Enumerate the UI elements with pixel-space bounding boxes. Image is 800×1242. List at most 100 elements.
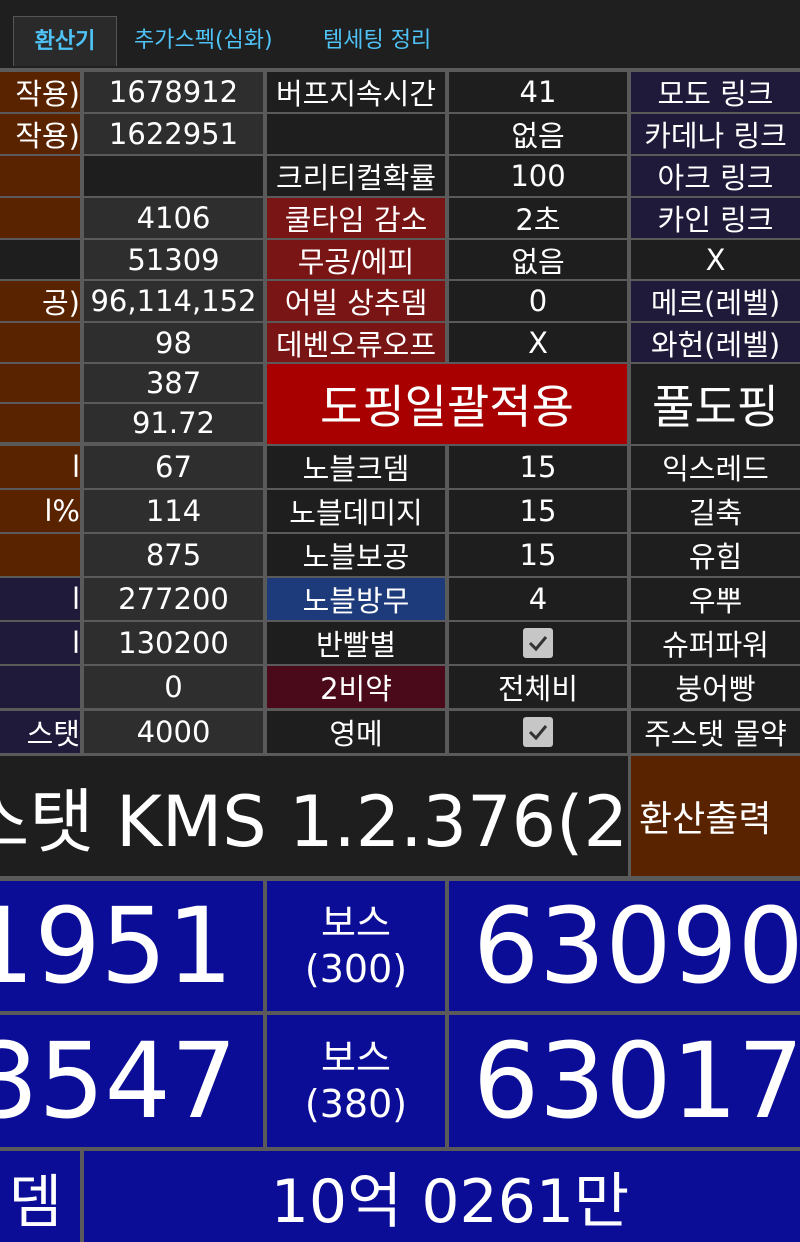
row-12-option-label: 노블방무	[267, 578, 445, 620]
row-5-label: 공)	[0, 281, 80, 321]
row-9-option-label: 노블크뎀	[267, 446, 445, 488]
result-right-2: 63017	[449, 1015, 800, 1147]
row-15-label: 스탯	[0, 711, 80, 753]
boss-value-2: (380)	[304, 1082, 408, 1126]
row-1-value[interactable]: 1622951	[84, 114, 263, 154]
boss-300-label: 보스 (300)	[267, 881, 445, 1011]
row-15-option-label: 영메	[267, 711, 445, 753]
row-3-link[interactable]: 카인 링크	[631, 198, 800, 238]
row-7-value[interactable]: 387	[84, 364, 263, 402]
row-11-option-value[interactable]: 15	[449, 534, 627, 576]
row-11-value[interactable]: 875	[84, 534, 263, 576]
row-11-label	[0, 534, 80, 576]
row-14-link[interactable]: 붕어빵	[631, 666, 800, 708]
row-12-option-value[interactable]: 4	[449, 578, 627, 620]
row-15-value[interactable]: 4000	[84, 711, 263, 753]
row-10-link[interactable]: 길축	[631, 490, 800, 532]
row-12-link[interactable]: 우뿌	[631, 578, 800, 620]
row-12-label: l	[0, 578, 80, 620]
row-14-label	[0, 666, 80, 708]
result-right-1-value: 63090	[473, 885, 800, 1007]
convert-output-label: 환산출력	[639, 799, 772, 840]
row-0-option-label: 버프지속시간	[267, 72, 445, 112]
row-13-label: l	[0, 622, 80, 664]
result-left-1-value: 1951	[0, 885, 233, 1007]
row-8-value[interactable]: 91.72	[84, 404, 263, 442]
row-6-value[interactable]: 98	[84, 323, 263, 362]
row-9-label: l	[0, 446, 80, 488]
row-14-option-label: 2비약	[267, 666, 445, 708]
row-5-option-label: 어빌 상추뎀	[267, 281, 445, 321]
boss-label-1: 보스	[321, 901, 391, 945]
row-2-option-value[interactable]: 100	[449, 156, 627, 196]
row-10-option-value[interactable]: 15	[449, 490, 627, 532]
row-2-value[interactable]	[84, 156, 263, 196]
row-1-option-value[interactable]: 없음	[449, 114, 627, 154]
row-1-label: 작용)	[0, 114, 80, 154]
row-2-link[interactable]: 아크 링크	[631, 156, 800, 196]
boss-label-2: 보스	[321, 1036, 391, 1080]
row-0-value[interactable]: 1678912	[84, 72, 263, 112]
row-4-option-label: 무공/에피	[267, 240, 445, 279]
row-0-link[interactable]: 모도 링크	[631, 72, 800, 112]
row-15-checkbox[interactable]	[449, 711, 627, 753]
row-10-value[interactable]: 114	[84, 490, 263, 532]
check-icon	[523, 717, 553, 747]
row-13-option-label: 반빨별	[267, 622, 445, 664]
tab-converter[interactable]: 환산기	[13, 16, 117, 66]
footer-label: 뎀	[0, 1151, 80, 1242]
version-label: 스탯 KMS 1.2.376(2	[0, 756, 628, 876]
row-0-label: 작용)	[0, 72, 80, 112]
row-6-link[interactable]: 와헌(레벨)	[631, 323, 800, 362]
row-3-option-value[interactable]: 2초	[449, 198, 627, 238]
row-9-link[interactable]: 익스레드	[631, 446, 800, 488]
result-left-1: 1951	[0, 881, 263, 1011]
row-1-option-label	[267, 114, 445, 154]
row-9-value[interactable]: 67	[84, 446, 263, 488]
result-right-1: 63090	[449, 881, 800, 1011]
apply-doping-button[interactable]: 도핑일괄적용	[267, 364, 627, 444]
row-3-option-label: 쿨타임 감소	[267, 198, 445, 238]
row-13-link[interactable]: 슈퍼파워	[631, 622, 800, 664]
row-6-label	[0, 323, 80, 362]
row-7-label	[0, 364, 80, 402]
row-5-value[interactable]: 96,114,152	[84, 281, 263, 321]
row-4-value[interactable]: 51309	[84, 240, 263, 279]
row-13-value[interactable]: 130200	[84, 622, 263, 664]
row-5-link[interactable]: 메르(레벨)	[631, 281, 800, 321]
row-0-option-value[interactable]: 41	[449, 72, 627, 112]
row-11-option-label: 노블보공	[267, 534, 445, 576]
row-11-link[interactable]: 유힘	[631, 534, 800, 576]
tab-extra-spec[interactable]: 추가스펙(심화)	[134, 16, 273, 66]
row-8-label	[0, 404, 80, 442]
convert-output-button[interactable]: 환산출력	[631, 756, 800, 876]
row-5-option-value[interactable]: 0	[449, 281, 627, 321]
row-10-option-label: 노블데미지	[267, 490, 445, 532]
version-text: 스탯 KMS 1.2.376(2	[0, 780, 628, 863]
tab-bar: 환산기 추가스펙(심화) 템세팅 정리	[0, 0, 800, 68]
row-9-option-value[interactable]: 15	[449, 446, 627, 488]
row-1-link[interactable]: 카데나 링크	[631, 114, 800, 154]
row-10-label: l%	[0, 490, 80, 532]
boss-380-label: 보스 (380)	[267, 1015, 445, 1147]
footer-label-text: 뎀	[8, 1167, 62, 1236]
row-6-option-value[interactable]: X	[449, 323, 627, 362]
row-6-option-label: 데벤오류오프	[267, 323, 445, 362]
row-14-value[interactable]: 0	[84, 666, 263, 708]
result-left-2-value: 3547	[0, 1020, 237, 1142]
row-15-link[interactable]: 주스탯 물약	[631, 711, 800, 753]
row-4-label	[0, 240, 80, 279]
tab-item-setting[interactable]: 템세팅 정리	[323, 16, 431, 66]
result-right-2-value: 63017	[473, 1020, 800, 1142]
row-14-option-value[interactable]: 전체비	[449, 666, 627, 708]
total-damage-text: 10억 0261만	[270, 1167, 630, 1237]
row-13-checkbox[interactable]	[449, 622, 627, 664]
row-4-option-value[interactable]: 없음	[449, 240, 627, 279]
row-3-value[interactable]: 4106	[84, 198, 263, 238]
full-doping-button[interactable]: 풀도핑	[631, 364, 800, 444]
result-left-2: 3547	[0, 1015, 263, 1147]
row-4-link[interactable]: X	[631, 240, 800, 279]
row-2-option-label: 크리티컬확률	[267, 156, 445, 196]
check-icon	[523, 628, 553, 658]
row-12-value[interactable]: 277200	[84, 578, 263, 620]
